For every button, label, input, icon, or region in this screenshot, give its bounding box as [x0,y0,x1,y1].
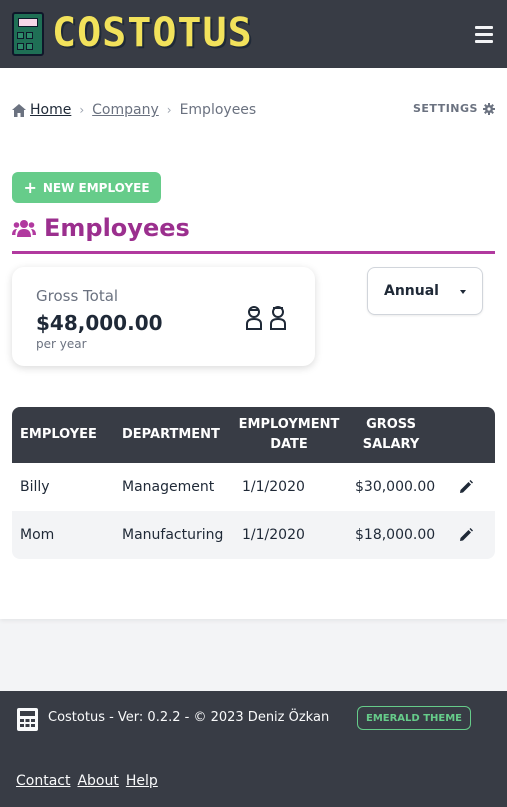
caret-down-icon [460,290,466,294]
users-icon [12,220,36,237]
page-title: Employees [12,211,190,245]
table-row[interactable]: Billy Management 1/1/2020 $30,000.00 [12,463,495,511]
gear-icon [482,102,495,115]
cell-department: Manufacturing [122,527,224,543]
stat-subtitle: per year [36,337,87,351]
cell-department: Management [122,479,215,495]
user-pair-icon [246,306,286,330]
hamburger-menu-icon[interactable] [472,22,496,46]
footer-link-contact[interactable]: Contact [16,773,70,789]
employees-table: EMPLOYEE DEPARTMENT EMPLOYMENT DATE GROS… [12,407,495,559]
column-header-employee[interactable]: EMPLOYEE [20,407,97,463]
footer-credit: Costotus - Ver: 0.2.2 - © 2023 Deniz Özk… [48,710,330,725]
chevron-right-icon: › [166,103,172,117]
calculator-icon [17,708,38,731]
cell-employment-date: 1/1/2020 [242,479,305,495]
column-header-department[interactable]: DEPARTMENT [122,407,220,463]
page-title-text: Employees [44,214,190,242]
breadcrumb-company-link[interactable]: Company [92,102,159,118]
settings-link[interactable]: SETTINGS [413,102,495,115]
cell-employee: Mom [20,527,55,543]
period-select[interactable]: Annual [367,267,483,315]
gross-total-card: Gross Total $48,000.00 per year [12,267,315,366]
cell-gross-salary: $18,000.00 [355,527,436,543]
cell-employment-date: 1/1/2020 [242,527,305,543]
chevron-right-icon: › [79,103,85,117]
breadcrumb-home-link[interactable]: Home [30,102,71,118]
app-logo-text[interactable]: COSTOTUS [52,10,253,56]
table-header: EMPLOYEE DEPARTMENT EMPLOYMENT DATE GROS… [12,407,495,463]
theme-badge[interactable]: EMERALD THEME [357,706,471,730]
stat-label: Gross Total [36,287,119,305]
calculator-logo-icon[interactable] [12,12,44,56]
column-header-employment-date[interactable]: EMPLOYMENT DATE [238,407,340,463]
footer-link-help[interactable]: Help [126,773,158,789]
breadcrumb: Home › Company › Employees [12,101,256,119]
home-icon [12,103,26,117]
table-row[interactable]: Mom Manufacturing 1/1/2020 $18,000.00 [12,511,495,559]
breadcrumb-current: Employees [179,102,257,118]
top-navbar: COSTOTUS [0,0,507,68]
new-employee-button[interactable]: + NEW EMPLOYEE [12,172,161,203]
settings-label: SETTINGS [413,102,478,115]
column-header-gross-salary[interactable]: GROSS SALARY [351,407,431,463]
cell-gross-salary: $30,000.00 [355,479,436,495]
footer: Costotus - Ver: 0.2.2 - © 2023 Deniz Özk… [0,691,507,807]
title-divider [12,251,495,254]
cell-employee: Billy [20,479,50,495]
period-select-value: Annual [384,283,439,299]
pencil-edit-icon[interactable] [459,480,473,494]
plus-icon: + [23,178,37,197]
pencil-edit-icon[interactable] [459,528,473,542]
footer-links: Contact About Help [16,773,165,789]
stat-value: $48,000.00 [36,311,163,335]
footer-link-about[interactable]: About [77,773,118,789]
new-employee-label: NEW EMPLOYEE [42,180,150,195]
